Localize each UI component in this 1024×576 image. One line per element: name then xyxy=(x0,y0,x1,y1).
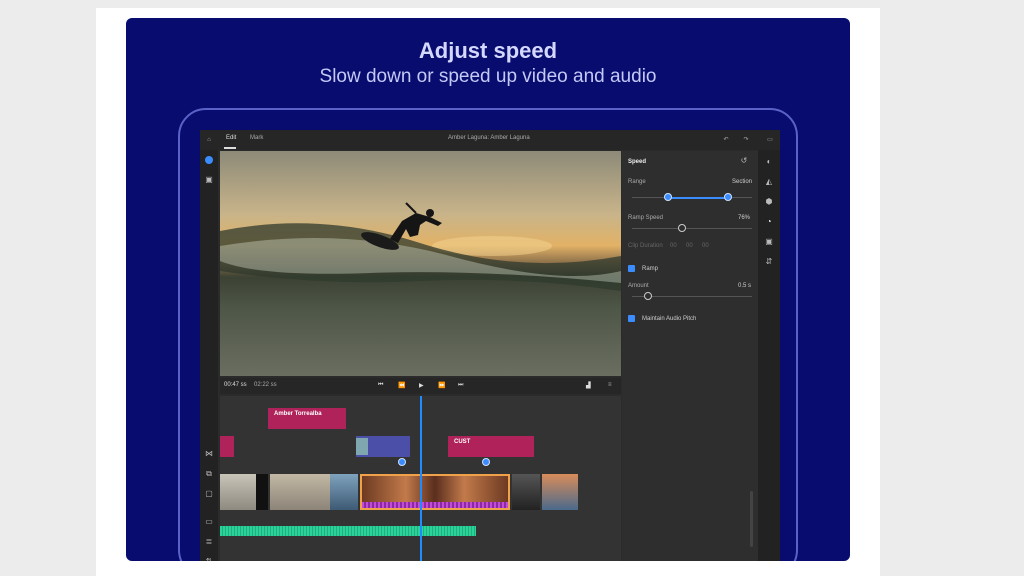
title-clip-label: Amber Torrealba xyxy=(274,411,322,417)
app-screen: ⌂ Edit Mark Amber Laguna: Amber Laguna ↶… xyxy=(200,130,780,561)
tab-edit[interactable]: Edit xyxy=(226,135,236,141)
audio-pitch-checkbox[interactable] xyxy=(628,315,635,322)
skip-forward-icon[interactable]: ⏭ xyxy=(458,382,463,389)
reset-icon[interactable]: ↺ xyxy=(740,157,748,165)
surfer-image xyxy=(220,202,621,291)
speed-keyframe-handle-left[interactable] xyxy=(398,458,406,466)
redo-icon[interactable]: ↷ xyxy=(742,136,750,144)
headline-title: Adjust speed xyxy=(418,38,558,63)
home-icon[interactable]: ⌂ xyxy=(205,136,213,144)
frame-back-icon[interactable]: ⏪ xyxy=(398,382,405,389)
comment-icon[interactable]: ▭ xyxy=(766,136,774,144)
split-icon[interactable]: ⋈ xyxy=(205,450,213,458)
active-tab-indicator xyxy=(224,147,236,149)
headline-subtitle: Slow down or speed up video and audio xyxy=(319,66,657,87)
clip-thumb-2[interactable] xyxy=(256,474,268,510)
right-toolbar: ◐ ◭ ⬢ ◔ ▣ ⇵ xyxy=(758,150,780,561)
speed-keyframe-handle-right[interactable] xyxy=(482,458,490,466)
clip-thumb-3[interactable] xyxy=(270,474,330,510)
media-icon[interactable]: ▣ xyxy=(205,176,213,184)
total-time: 02:22 ss xyxy=(254,382,277,388)
more-icon[interactable]: ≡ xyxy=(608,382,612,388)
transport-bar: 00:47 ss 02:22 ss ⏮ ⏪ ▶ ⏩ ⏭ ▟ ≡ xyxy=(220,378,621,394)
playhead[interactable] xyxy=(420,396,422,561)
clip-duration-minutes[interactable]: 00 xyxy=(686,243,693,249)
range-start-handle[interactable] xyxy=(664,193,672,201)
amount-value: 0.5 s xyxy=(738,283,752,289)
title-clip[interactable]: Amber Torrealba xyxy=(268,408,346,429)
clip-thumb-7[interactable] xyxy=(542,474,578,510)
overlay-clip[interactable]: CUST xyxy=(448,436,534,457)
current-time: 00:47 ss xyxy=(224,382,247,388)
speed-clip-thumb xyxy=(356,438,368,455)
panel-scrollbar[interactable] xyxy=(750,491,753,547)
duplicate-icon[interactable]: ⧉ xyxy=(205,470,213,478)
video-preview[interactable] xyxy=(220,151,621,376)
range-label: Range xyxy=(628,179,646,185)
panel-heading: Speed xyxy=(628,159,647,165)
ramp-speed-handle[interactable] xyxy=(678,224,686,232)
clip-thumb-1[interactable] xyxy=(220,474,256,510)
speed-panel: Speed ↺ Range Section Ramp Speed 76% Cli… xyxy=(622,151,758,561)
promo-banner: Adjust speed Slow down or speed up video… xyxy=(126,18,850,561)
project-title: Amber Laguna: Amber Laguna xyxy=(448,135,530,141)
color-icon[interactable]: ◭ xyxy=(765,178,773,186)
ramp-speed-value: 76% xyxy=(738,215,751,221)
amount-label: Amount xyxy=(628,283,649,289)
clip-duration-label: Clip Duration xyxy=(628,243,663,249)
delete-icon[interactable]: ▢ xyxy=(205,490,213,498)
tab-mark[interactable]: Mark xyxy=(250,135,263,141)
clip-thumb-6[interactable] xyxy=(512,474,540,510)
crop-icon[interactable]: ▣ xyxy=(765,238,773,246)
frame-forward-icon[interactable]: ⏩ xyxy=(438,382,445,389)
skip-back-icon[interactable]: ⏮ xyxy=(378,382,383,389)
clip-duration-hours[interactable]: 00 xyxy=(670,243,677,249)
adjust-icon[interactable]: ⇅ xyxy=(205,558,213,562)
title-clip-left[interactable] xyxy=(220,436,234,457)
ramp-checkbox[interactable] xyxy=(628,265,635,272)
add-media-icon[interactable] xyxy=(205,156,213,164)
clip-thumb-4[interactable] xyxy=(330,474,358,510)
clip-duration-seconds[interactable]: 00 xyxy=(702,243,709,249)
range-end-handle[interactable] xyxy=(724,193,732,201)
left-toolbar: ▣ ⋈ ⧉ ▢ ▭ ≣ ⇅ xyxy=(200,150,218,561)
speed-ramp-strip xyxy=(362,502,508,508)
ramp-speed-label: Ramp Speed xyxy=(628,215,664,221)
ramp-speed-track xyxy=(632,228,752,229)
transform-icon[interactable]: ⬢ xyxy=(765,198,773,206)
range-slider-fill xyxy=(668,197,728,199)
effects-icon[interactable]: ◐ xyxy=(765,158,773,166)
play-icon[interactable]: ▶ xyxy=(419,382,424,389)
app-topbar: ⌂ Edit Mark Amber Laguna: Amber Laguna ↶… xyxy=(200,130,780,150)
timeline[interactable]: Amber Torrealba CUST xyxy=(220,396,621,561)
audio-pitch-label: Maintain Audio Pitch xyxy=(642,316,697,322)
speed-icon[interactable]: ◔ xyxy=(765,218,773,226)
fullscreen-icon[interactable]: ▟ xyxy=(586,382,591,389)
undo-icon[interactable]: ↶ xyxy=(722,136,730,144)
overlay-clip-label: CUST xyxy=(454,439,471,445)
range-value[interactable]: Section xyxy=(732,179,752,185)
audio-icon[interactable]: ⇵ xyxy=(765,258,773,266)
audio-track[interactable] xyxy=(220,526,476,536)
caption-icon[interactable]: ▭ xyxy=(205,518,213,526)
layers-icon[interactable]: ≣ xyxy=(205,538,213,546)
amount-handle[interactable] xyxy=(644,292,652,300)
ramp-label: Ramp xyxy=(642,266,659,272)
